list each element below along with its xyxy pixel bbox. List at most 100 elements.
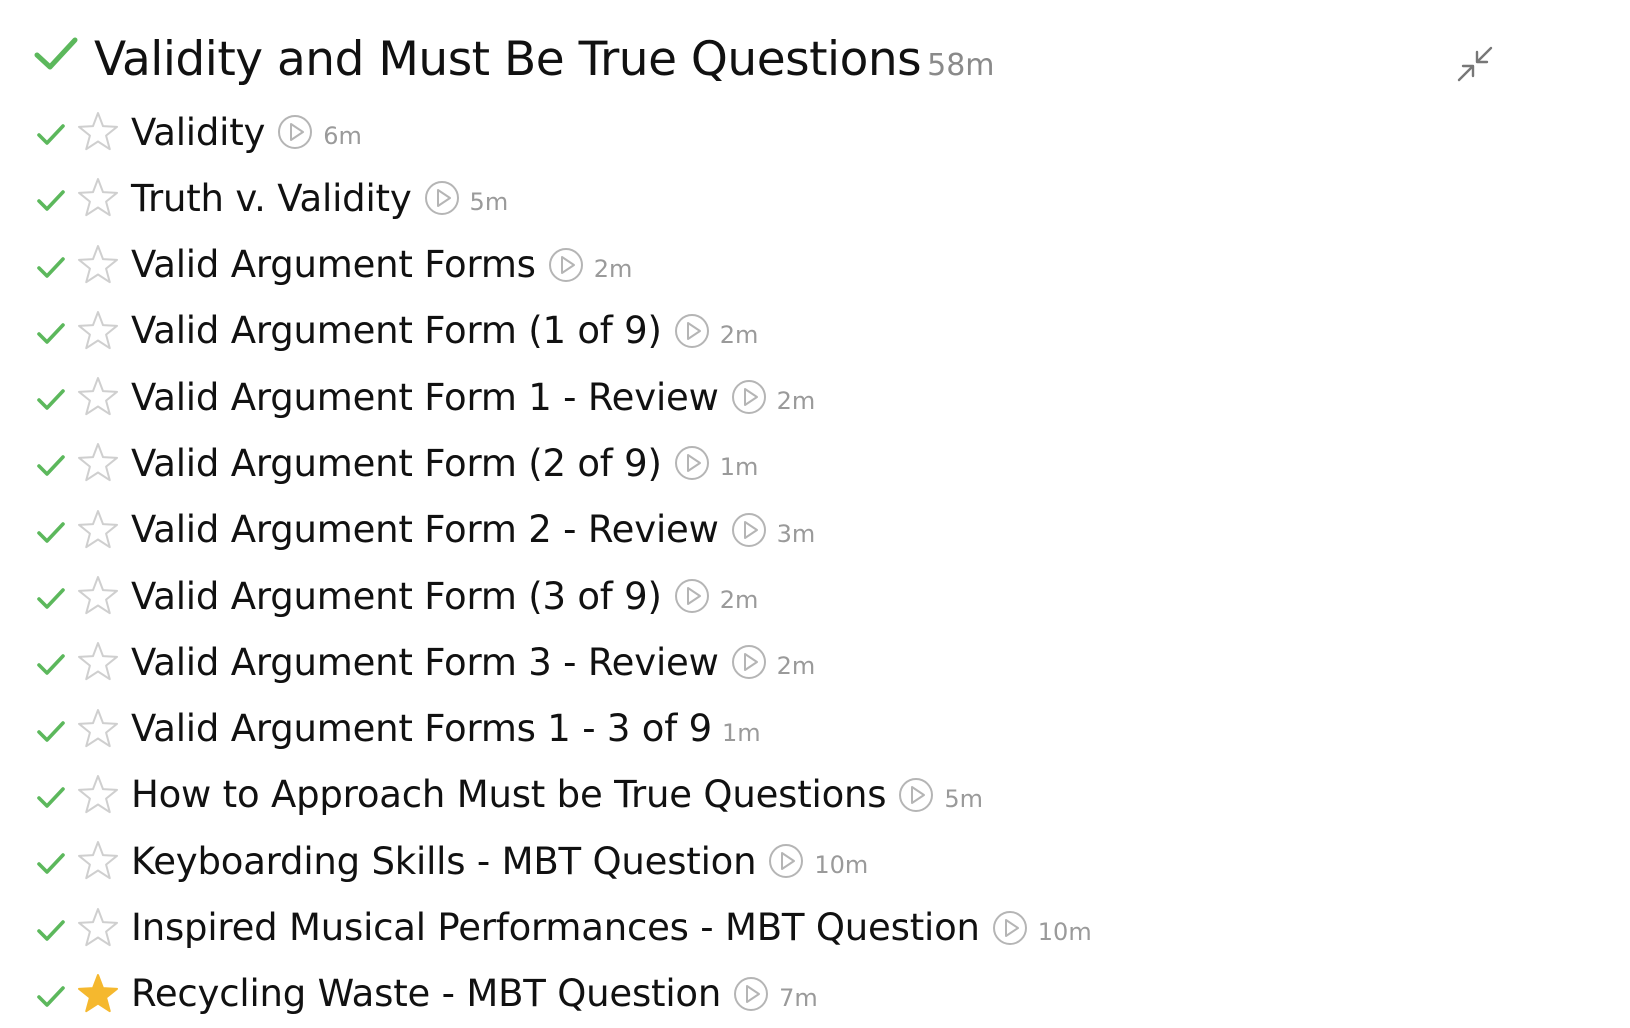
lesson-row[interactable]: Keyboarding Skills - MBT Question 10m (0, 829, 1630, 895)
lesson-title[interactable]: Valid Argument Form (1 of 9) (131, 309, 662, 352)
section-title-group: Validity and Must Be True Questions 58m (94, 32, 995, 87)
lesson-complete-checkmark-icon (36, 387, 66, 413)
section-header: Validity and Must Be True Questions 58m (0, 20, 1630, 100)
lesson-content: Keyboarding Skills - MBT Question 10m (131, 833, 868, 889)
lesson-content: Recycling Waste - MBT Question 7m (131, 966, 818, 1022)
play-circle-icon[interactable] (548, 247, 584, 283)
star-outline-icon[interactable] (76, 640, 120, 684)
star-outline-icon[interactable] (76, 508, 120, 552)
lesson-complete-checkmark-icon (36, 188, 66, 214)
lesson-content: Valid Argument Forms 2m (131, 237, 632, 293)
lesson-duration: 1m (719, 453, 759, 482)
lesson-duration: 5m (469, 188, 509, 217)
lesson-row[interactable]: Valid Argument Forms 1 - 3 of 9 1m (0, 697, 1630, 763)
collapse-arrows-icon[interactable] (1455, 44, 1495, 84)
lesson-complete-checkmark-icon (36, 785, 66, 811)
section-duration: 58m (927, 48, 995, 83)
lesson-complete-checkmark-icon (36, 520, 66, 546)
play-circle-icon[interactable] (731, 512, 767, 548)
lesson-duration: 5m (944, 784, 984, 813)
lesson-title[interactable]: Valid Argument Form 1 - Review (131, 376, 719, 419)
star-outline-icon[interactable] (76, 839, 120, 883)
lesson-title[interactable]: Valid Argument Forms 1 - 3 of 9 (131, 707, 712, 750)
lesson-complete-checkmark-icon (36, 321, 66, 347)
star-filled-icon[interactable] (76, 972, 120, 1016)
star-outline-icon[interactable] (76, 309, 120, 353)
lesson-content: Valid Argument Form 2 - Review 3m (131, 502, 815, 558)
section-complete-checkmark-icon (34, 34, 78, 74)
play-circle-icon[interactable] (768, 843, 804, 879)
lesson-duration: 10m (1037, 917, 1092, 946)
lesson-row[interactable]: Truth v. Validity 5m (0, 166, 1630, 232)
lesson-duration: 2m (776, 652, 816, 681)
lesson-complete-checkmark-icon (36, 255, 66, 281)
lesson-duration: 2m (593, 254, 633, 283)
lesson-duration: 3m (776, 519, 816, 548)
star-outline-icon[interactable] (76, 375, 120, 419)
lesson-row[interactable]: Recycling Waste - MBT Question 7m (0, 962, 1630, 1028)
lesson-title[interactable]: Valid Argument Form (3 of 9) (131, 575, 662, 618)
lesson-content: Valid Argument Form (2 of 9) 1m (131, 435, 758, 491)
play-circle-icon[interactable] (674, 578, 710, 614)
star-outline-icon[interactable] (76, 707, 120, 751)
play-circle-icon[interactable] (992, 910, 1028, 946)
lesson-content: Valid Argument Form (3 of 9) 2m (131, 568, 758, 624)
lesson-duration: 7m (779, 983, 818, 1012)
lesson-row[interactable]: Valid Argument Form 2 - Review 3m (0, 498, 1630, 564)
lesson-title[interactable]: How to Approach Must be True Questions (131, 773, 887, 816)
lesson-title[interactable]: Valid Argument Form 3 - Review (131, 641, 719, 684)
lesson-row[interactable]: Validity 6m (0, 100, 1630, 166)
lesson-title[interactable]: Validity (131, 111, 265, 154)
lesson-title[interactable]: Keyboarding Skills - MBT Question (131, 840, 757, 883)
lesson-row[interactable]: Inspired Musical Performances - MBT Ques… (0, 896, 1630, 962)
play-circle-icon[interactable] (277, 114, 313, 150)
star-outline-icon[interactable] (76, 243, 120, 287)
lesson-content: Valid Argument Form 3 - Review 2m (131, 634, 815, 690)
lesson-row[interactable]: Valid Argument Form (3 of 9) 2m (0, 564, 1630, 630)
lesson-complete-checkmark-icon (36, 453, 66, 479)
lesson-content: Inspired Musical Performances - MBT Ques… (131, 900, 1092, 956)
lesson-duration: 6m (323, 122, 362, 150)
lesson-content: How to Approach Must be True Questions 5m (131, 767, 983, 823)
lesson-row[interactable]: Valid Argument Form (1 of 9) 2m (0, 299, 1630, 365)
lesson-content: Valid Argument Forms 1 - 3 of 9 1m (131, 701, 761, 757)
lesson-complete-checkmark-icon (36, 719, 66, 745)
lesson-duration: 2m (719, 320, 759, 349)
lesson-content: Valid Argument Form 1 - Review 2m (131, 369, 815, 425)
play-circle-icon[interactable] (731, 644, 767, 680)
lesson-content: Truth v. Validity 5m (131, 170, 508, 226)
lesson-row[interactable]: How to Approach Must be True Questions 5m (0, 763, 1630, 829)
lesson-title[interactable]: Valid Argument Form (2 of 9) (131, 442, 662, 485)
lesson-row[interactable]: Valid Argument Form 1 - Review 2m (0, 365, 1630, 431)
lesson-complete-checkmark-icon (36, 918, 66, 944)
lesson-complete-checkmark-icon (36, 122, 66, 148)
lesson-title[interactable]: Inspired Musical Performances - MBT Ques… (131, 906, 980, 949)
play-circle-icon[interactable] (733, 976, 769, 1012)
play-circle-icon[interactable] (424, 180, 460, 216)
star-outline-icon[interactable] (76, 906, 120, 950)
star-outline-icon[interactable] (76, 110, 120, 154)
lesson-title[interactable]: Truth v. Validity (131, 177, 412, 220)
lesson-complete-checkmark-icon (36, 984, 66, 1010)
lesson-title[interactable]: Valid Argument Form 2 - Review (131, 508, 719, 551)
lesson-complete-checkmark-icon (36, 586, 66, 612)
section-title: Validity and Must Be True Questions (94, 32, 922, 87)
star-outline-icon[interactable] (76, 441, 120, 485)
lesson-row[interactable]: Valid Argument Form (2 of 9) 1m (0, 431, 1630, 497)
play-circle-icon[interactable] (731, 379, 767, 415)
lesson-duration: 10m (814, 851, 869, 880)
star-outline-icon[interactable] (76, 176, 120, 220)
lesson-duration: 2m (776, 387, 816, 416)
lesson-duration: 2m (719, 586, 759, 615)
star-outline-icon[interactable] (76, 773, 120, 817)
play-circle-icon[interactable] (674, 313, 710, 349)
lesson-row[interactable]: Valid Argument Form 3 - Review 2m (0, 630, 1630, 696)
lesson-content: Validity 6m (131, 104, 362, 160)
play-circle-icon[interactable] (898, 777, 934, 813)
lesson-row[interactable]: Valid Argument Forms 2m (0, 233, 1630, 299)
lesson-title[interactable]: Recycling Waste - MBT Question (131, 972, 721, 1015)
lesson-list: Validity 6m Truth v. Validity 5m Valid Argum… (0, 100, 1630, 1028)
lesson-title[interactable]: Valid Argument Forms (131, 243, 536, 286)
play-circle-icon[interactable] (674, 445, 710, 481)
star-outline-icon[interactable] (76, 574, 120, 618)
